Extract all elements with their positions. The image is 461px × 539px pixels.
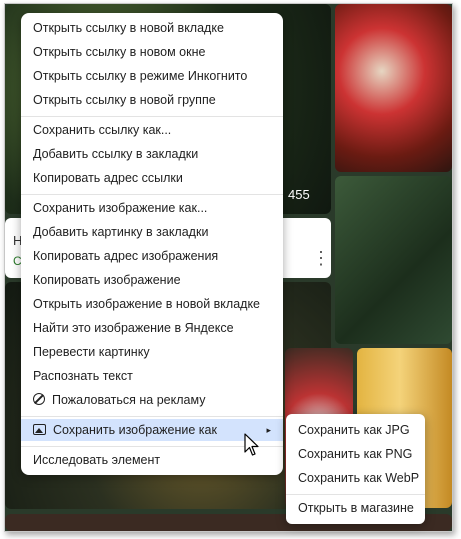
menu-item-label: Распознать текст [33,369,133,383]
submenu-item-label: Открыть в магазине [298,501,414,515]
menu-item-label: Перевести картинку [33,345,150,359]
menu-item-copy-link-address[interactable]: Копировать адрес ссылки [21,167,283,189]
menu-item-open-link-new-group[interactable]: Открыть ссылку в новой группе [21,89,283,111]
photo-count-badge: 455 [288,187,310,202]
submenu-item-save-webp[interactable]: Сохранить как WebP [286,467,425,489]
menu-item-label: Сохранить изображение как [53,423,217,437]
menu-item-open-link-new-window[interactable]: Открыть ссылку в новом окне [21,41,283,63]
submenu-item-open-in-store[interactable]: Открыть в магазине [286,497,425,519]
menu-item-bookmark-link[interactable]: Добавить ссылку в закладки [21,143,283,165]
ban-icon [33,393,45,405]
menu-item-recognize-text[interactable]: Распознать текст [21,365,283,387]
menu-item-open-link-incognito[interactable]: Открыть ссылку в режиме Инкогнито [21,65,283,87]
menu-item-translate-image[interactable]: Перевести картинку [21,341,283,363]
menu-item-save-image-as[interactable]: Сохранить изображение как... [21,197,283,219]
menu-item-bookmark-image[interactable]: Добавить картинку в закладки [21,221,283,243]
photo-santa-toys[interactable] [335,4,452,172]
menu-item-copy-image[interactable]: Копировать изображение [21,269,283,291]
submenu-item-save-png[interactable]: Сохранить как PNG [286,443,425,465]
menu-item-report-ad[interactable]: Пожаловаться на рекламу [21,389,283,411]
menu-item-label: Исследовать элемент [33,453,161,467]
menu-item-label: Открыть ссылку в режиме Инкогнито [33,69,248,83]
menu-item-label: Сохранить изображение как... [33,201,208,215]
menu-item-label: Копировать адрес ссылки [33,171,183,185]
save-format-submenu: Сохранить как JPG Сохранить как PNG Сохр… [286,414,425,524]
submenu-arrow-icon: ▸ [266,425,271,435]
menu-item-label: Пожаловаться на рекламу [52,393,206,407]
menu-item-open-image-new-tab[interactable]: Открыть изображение в новой вкладке [21,293,283,315]
submenu-item-save-jpg[interactable]: Сохранить как JPG [286,419,425,441]
menu-item-label: Копировать адрес изображения [33,249,219,263]
menu-item-label: Открыть ссылку в новой вкладке [33,21,224,35]
menu-item-label: Добавить ссылку в закладки [33,147,199,161]
menu-item-label: Открыть изображение в новой вкладке [33,297,261,311]
submenu-separator [286,494,425,495]
menu-item-save-link-as[interactable]: Сохранить ссылку как... [21,119,283,141]
submenu-item-label: Сохранить как PNG [298,447,413,461]
menu-separator [21,194,283,195]
menu-item-search-image-yandex[interactable]: Найти это изображение в Яндексе [21,317,283,339]
mouse-cursor-icon [244,433,259,456]
photo-fir-branches[interactable] [335,176,452,344]
menu-item-label: Копировать изображение [33,273,181,287]
submenu-item-label: Сохранить как JPG [298,423,410,437]
image-icon [33,424,46,435]
menu-item-label: Добавить картинку в закладки [33,225,209,239]
kebab-icon[interactable]: ⋮ [312,248,330,269]
menu-item-label: Найти это изображение в Яндексе [33,321,234,335]
menu-item-label: Сохранить ссылку как... [33,123,172,137]
menu-item-label: Открыть ссылку в новой группе [33,93,216,107]
submenu-item-label: Сохранить как WebP [298,471,420,485]
context-menu: Открыть ссылку в новой вкладке Открыть с… [21,13,283,475]
menu-separator [21,116,283,117]
menu-separator [21,416,283,417]
menu-item-label: Открыть ссылку в новом окне [33,45,206,59]
menu-item-copy-image-address[interactable]: Копировать адрес изображения [21,245,283,267]
menu-item-open-link-new-tab[interactable]: Открыть ссылку в новой вкладке [21,17,283,39]
